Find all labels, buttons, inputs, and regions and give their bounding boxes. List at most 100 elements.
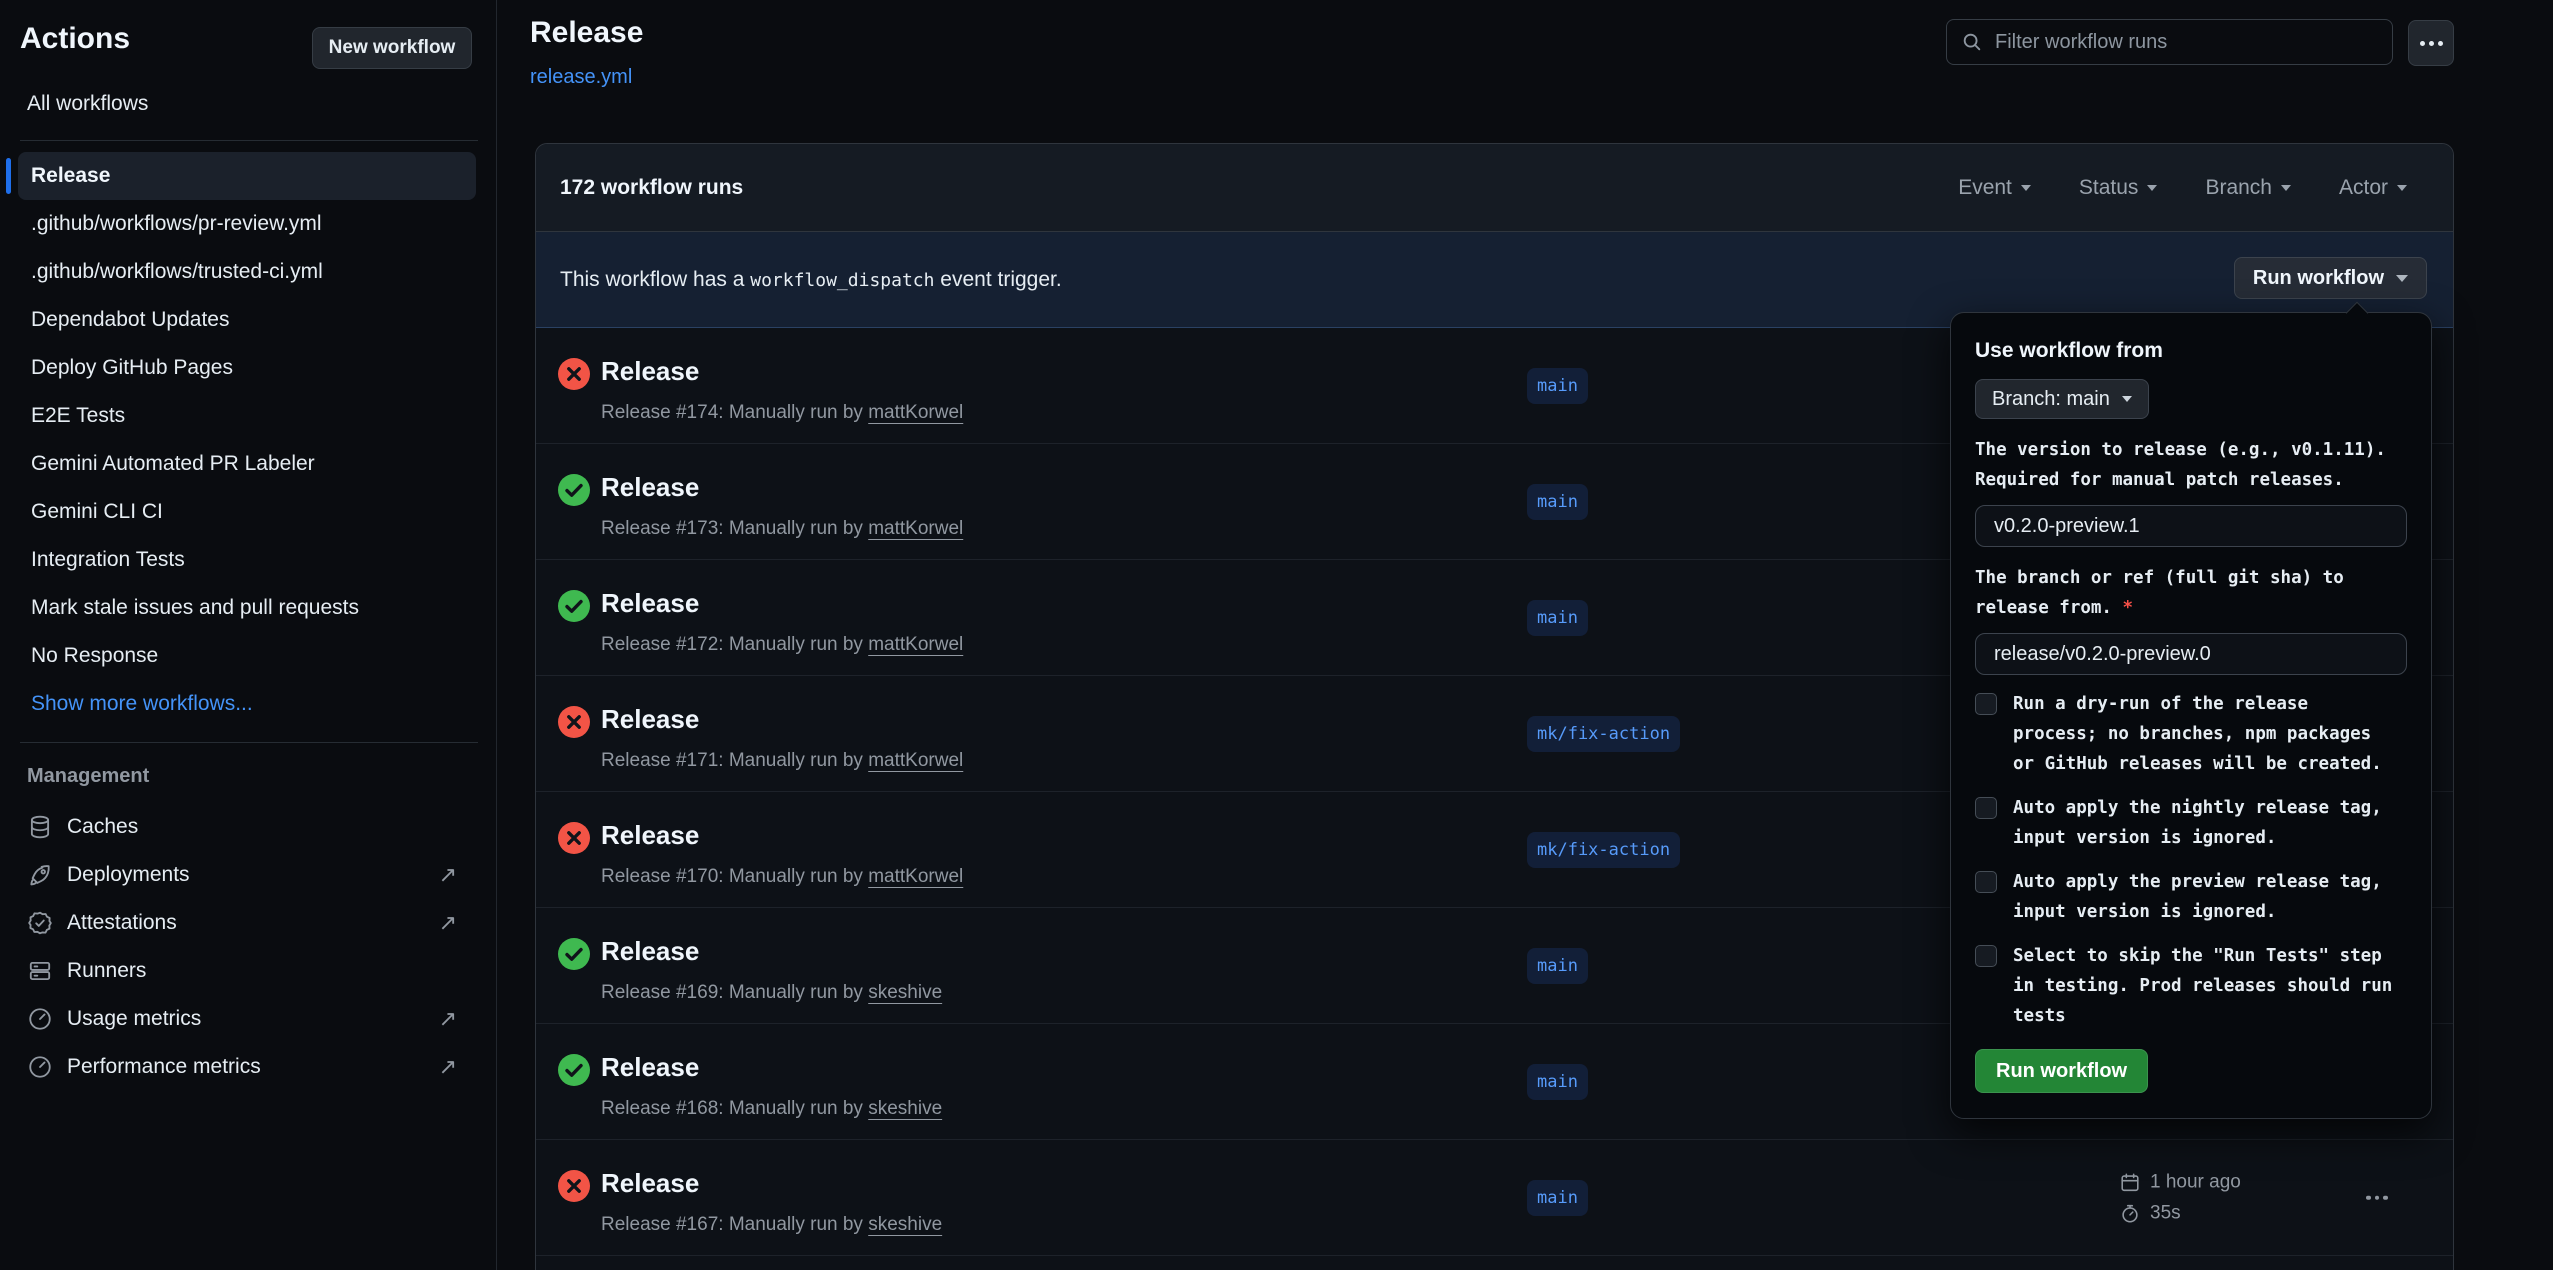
search-icon xyxy=(1961,31,1983,53)
dialog-checkbox-row: Auto apply the preview release tag, inpu… xyxy=(1975,867,2407,927)
sidebar-item-release[interactable]: Release xyxy=(18,152,476,200)
version-input[interactable] xyxy=(1975,505,2407,547)
sidebar-workflow-list: Release.github/workflows/pr-review.yml.g… xyxy=(18,152,476,728)
chevron-down-icon xyxy=(2397,185,2407,191)
branch-pill[interactable]: main xyxy=(1527,484,1588,520)
dialog-checkbox-row: Auto apply the nightly release tag, inpu… xyxy=(1975,793,2407,853)
sidebar-item-mark-stale-issues-and-pull-requests[interactable]: Mark stale issues and pull requests xyxy=(18,584,476,632)
run-relative-time: 1 hour ago xyxy=(2150,1171,2241,1193)
actor-link[interactable]: mattKorwel xyxy=(868,866,963,887)
management-item-deployments[interactable]: Deployments ↗ xyxy=(0,851,497,899)
filter-branch[interactable]: Branch xyxy=(2205,176,2291,200)
checkbox-label: Auto apply the preview release tag, inpu… xyxy=(2013,867,2382,927)
run-workflow-dialog: Use workflow from Branch: main The versi… xyxy=(1950,312,2432,1119)
actor-link[interactable]: mattKorwel xyxy=(868,634,963,655)
sidebar-item-deploy-github-pages[interactable]: Deploy GitHub Pages xyxy=(18,344,476,392)
checkbox[interactable] xyxy=(1975,871,1997,893)
version-input-description: The version to release (e.g., v0.1.11). … xyxy=(1975,435,2407,495)
sidebar-item-integration-tests[interactable]: Integration Tests xyxy=(18,536,476,584)
run-title[interactable]: Release xyxy=(601,936,699,967)
filter-workflow-runs-input[interactable] xyxy=(1995,31,2378,54)
actor-link[interactable]: skeshive xyxy=(868,1214,942,1235)
sidebar-title: Actions xyxy=(20,22,130,56)
use-workflow-from-label: Use workflow from xyxy=(1975,339,2407,363)
sidebar-item-e2e-tests[interactable]: E2E Tests xyxy=(18,392,476,440)
ref-input-description: The branch or ref (full git sha) to rele… xyxy=(1975,563,2407,623)
chevron-down-icon xyxy=(2147,185,2157,191)
page-title: Release xyxy=(530,16,643,50)
branch-pill[interactable]: main xyxy=(1527,948,1588,984)
success-status-icon xyxy=(557,589,591,623)
sidebar-item-dependabot-updates[interactable]: Dependabot Updates xyxy=(18,296,476,344)
run-title[interactable]: Release xyxy=(601,472,699,503)
sidebar-item-no-response[interactable]: No Response xyxy=(18,632,476,680)
run-title[interactable]: Release xyxy=(601,1052,699,1083)
filter-status[interactable]: Status xyxy=(2079,176,2158,200)
page-kebab-menu-button[interactable] xyxy=(2408,20,2454,66)
run-description: Release #168: Manually run by skeshive xyxy=(601,1098,942,1120)
ref-input[interactable] xyxy=(1975,633,2407,675)
run-description: Release #170: Manually run by mattKorwel xyxy=(601,866,963,888)
branch-pill[interactable]: main xyxy=(1527,1180,1588,1216)
checkbox[interactable] xyxy=(1975,797,1997,819)
management-item-caches[interactable]: Caches ↗ xyxy=(0,803,497,851)
external-link-icon: ↗ xyxy=(439,910,457,936)
failed-status-icon xyxy=(557,357,591,391)
sidebar-item-github-workflows-trusted-ci-yml[interactable]: .github/workflows/trusted-ci.yml xyxy=(18,248,476,296)
run-description: Release #171: Manually run by mattKorwel xyxy=(601,750,963,772)
actor-link[interactable]: mattKorwel xyxy=(868,750,963,771)
run-description: Release #173: Manually run by mattKorwel xyxy=(601,518,963,540)
workflow-file-link[interactable]: release.yml xyxy=(530,66,632,89)
actor-link[interactable]: mattKorwel xyxy=(868,518,963,539)
new-workflow-button[interactable]: New workflow xyxy=(312,27,472,69)
checkbox-label: Select to skip the "Run Tests" step in t… xyxy=(2013,941,2392,1031)
banner-text: This workflow has a workflow_dispatch ev… xyxy=(560,268,1062,292)
sidebar-item-github-workflows-pr-review-yml[interactable]: .github/workflows/pr-review.yml xyxy=(18,200,476,248)
run-title[interactable]: Release xyxy=(601,588,699,619)
branch-pill[interactable]: main xyxy=(1527,600,1588,636)
management-item-performance-metrics[interactable]: Performance metrics ↗ xyxy=(0,1043,497,1091)
branch-pill[interactable]: main xyxy=(1527,1064,1588,1100)
management-item-attestations[interactable]: Attestations ↗ xyxy=(0,899,497,947)
run-title[interactable]: Release xyxy=(601,1168,699,1199)
filter-actor[interactable]: Actor xyxy=(2339,176,2407,200)
branch-selector-button[interactable]: Branch: main xyxy=(1975,379,2149,419)
server-icon xyxy=(27,958,53,984)
checkbox[interactable] xyxy=(1975,693,1997,715)
failed-status-icon xyxy=(557,1169,591,1203)
runs-count-label: 172 workflow runs xyxy=(560,176,743,200)
workflow-run-row[interactable]: Release Release #167: Manually run by sk… xyxy=(536,1140,2453,1256)
run-description: Release #172: Manually run by mattKorwel xyxy=(601,634,963,656)
run-title[interactable]: Release xyxy=(601,704,699,735)
required-asterisk: * xyxy=(2123,598,2134,618)
branch-pill[interactable]: main xyxy=(1527,368,1588,404)
database-icon xyxy=(27,814,53,840)
dialog-checkbox-row: Select to skip the "Run Tests" step in t… xyxy=(1975,941,2407,1031)
actor-link[interactable]: mattKorwel xyxy=(868,402,963,423)
run-title[interactable]: Release xyxy=(601,820,699,851)
sidebar-item-gemini-automated-pr-labeler[interactable]: Gemini Automated PR Labeler xyxy=(18,440,476,488)
checkbox[interactable] xyxy=(1975,945,1997,967)
stopwatch-icon xyxy=(2119,1202,2141,1224)
sidebar-show-more-workflows[interactable]: Show more workflows... xyxy=(18,680,476,728)
meter-icon xyxy=(27,1006,53,1032)
branch-pill[interactable]: mk/fix-action xyxy=(1527,832,1680,868)
actor-link[interactable]: skeshive xyxy=(868,1098,942,1119)
filter-event[interactable]: Event xyxy=(1958,176,2031,200)
run-workflow-submit-button[interactable]: Run workflow xyxy=(1975,1049,2148,1093)
run-kebab-menu-button[interactable] xyxy=(2358,1187,2396,1208)
actor-link[interactable]: skeshive xyxy=(868,982,942,1003)
failed-status-icon xyxy=(557,705,591,739)
run-workflow-dropdown-button[interactable]: Run workflow xyxy=(2234,257,2427,299)
dialog-checkbox-row: Run a dry-run of the release process; no… xyxy=(1975,689,2407,779)
branch-pill[interactable]: mk/fix-action xyxy=(1527,716,1680,752)
run-title[interactable]: Release xyxy=(601,356,699,387)
sidebar-item-gemini-cli-ci[interactable]: Gemini CLI CI xyxy=(18,488,476,536)
management-item-usage-metrics[interactable]: Usage metrics ↗ xyxy=(0,995,497,1043)
management-item-runners[interactable]: Runners ↗ xyxy=(0,947,497,995)
run-description: Release #169: Manually run by skeshive xyxy=(601,982,942,1004)
external-link-icon: ↗ xyxy=(439,862,457,888)
checkbox-label: Auto apply the nightly release tag, inpu… xyxy=(2013,793,2382,853)
sidebar-item-all-workflows[interactable]: All workflows xyxy=(27,92,148,116)
external-link-icon: ↗ xyxy=(439,1054,457,1080)
